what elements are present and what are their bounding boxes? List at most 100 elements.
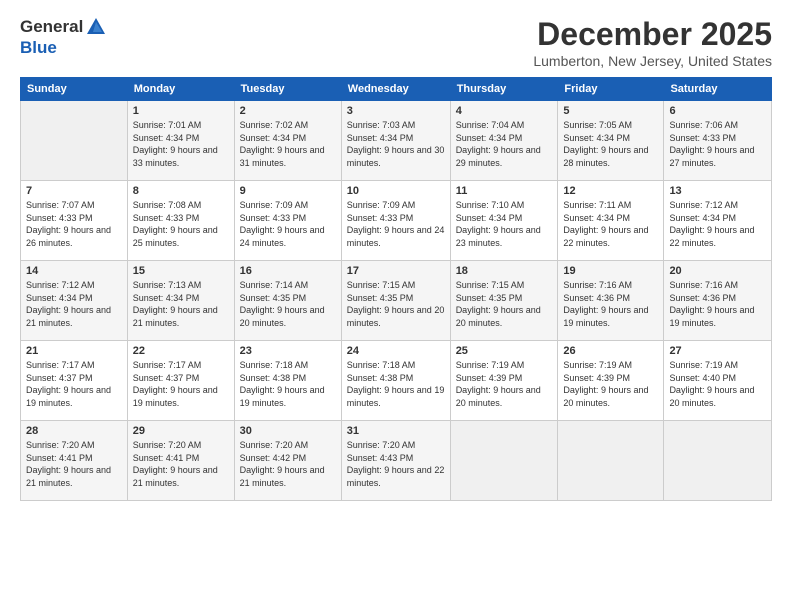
day-info: Sunrise: 7:12 AMSunset: 4:34 PMDaylight:… <box>26 279 122 329</box>
weekday-header-thursday: Thursday <box>450 78 558 101</box>
calendar-cell: 27 Sunrise: 7:19 AMSunset: 4:40 PMDayligh… <box>664 341 772 421</box>
day-number: 30 <box>240 425 336 437</box>
day-info: Sunrise: 7:16 AMSunset: 4:36 PMDaylight:… <box>563 279 658 329</box>
calendar-cell: 5 Sunrise: 7:05 AMSunset: 4:34 PMDaylight… <box>558 101 664 181</box>
day-number: 29 <box>133 425 229 437</box>
day-number: 19 <box>563 265 658 277</box>
calendar-cell: 17 Sunrise: 7:15 AMSunset: 4:35 PMDayligh… <box>341 261 450 341</box>
day-number: 3 <box>347 105 445 117</box>
day-info: Sunrise: 7:01 AMSunset: 4:34 PMDaylight:… <box>133 119 229 169</box>
logo-blue: Blue <box>20 38 57 57</box>
day-number: 12 <box>563 185 658 197</box>
day-number: 27 <box>669 345 766 357</box>
calendar-cell: 2Sunrise: 7:02 AMSunset: 4:34 PMDaylight… <box>234 101 341 181</box>
calendar-cell: 29 Sunrise: 7:20 AMSunset: 4:41 PMDayligh… <box>127 421 234 501</box>
day-number: 5 <box>563 105 658 117</box>
day-info: Sunrise: 7:14 AMSunset: 4:35 PMDaylight:… <box>240 279 336 329</box>
day-info: Sunrise: 7:09 AMSunset: 4:33 PMDaylight:… <box>347 199 445 249</box>
day-number: 7 <box>26 185 122 197</box>
day-info: Sunrise: 7:20 AMSunset: 4:43 PMDaylight:… <box>347 439 445 489</box>
calendar-page: General Blue December 2025 Lumberton, Ne… <box>0 0 792 612</box>
day-info: Sunrise: 7:20 AMSunset: 4:41 PMDaylight:… <box>133 439 229 489</box>
day-number: 20 <box>669 265 766 277</box>
day-info: Sunrise: 7:18 AMSunset: 4:38 PMDaylight:… <box>240 359 336 409</box>
day-number: 25 <box>456 345 553 357</box>
calendar-cell: 31 Sunrise: 7:20 AMSunset: 4:43 PMDayligh… <box>341 421 450 501</box>
day-info: Sunrise: 7:05 AMSunset: 4:34 PMDaylight:… <box>563 119 658 169</box>
day-number: 16 <box>240 265 336 277</box>
calendar-cell: 15 Sunrise: 7:13 AMSunset: 4:34 PMDayligh… <box>127 261 234 341</box>
calendar-cell: 12 Sunrise: 7:11 AMSunset: 4:34 PMDayligh… <box>558 181 664 261</box>
day-info: Sunrise: 7:18 AMSunset: 4:38 PMDaylight:… <box>347 359 445 409</box>
day-number: 15 <box>133 265 229 277</box>
calendar-cell: 28 Sunrise: 7:20 AMSunset: 4:41 PMDayligh… <box>21 421 128 501</box>
calendar-cell: 10Sunrise: 7:09 AMSunset: 4:33 PMDayligh… <box>341 181 450 261</box>
weekday-header-saturday: Saturday <box>664 78 772 101</box>
day-info: Sunrise: 7:12 AMSunset: 4:34 PMDaylight:… <box>669 199 766 249</box>
day-info: Sunrise: 7:02 AMSunset: 4:34 PMDaylight:… <box>240 119 336 169</box>
day-info: Sunrise: 7:08 AMSunset: 4:33 PMDaylight:… <box>133 199 229 249</box>
calendar-cell <box>21 101 128 181</box>
day-info: Sunrise: 7:20 AMSunset: 4:41 PMDaylight:… <box>26 439 122 489</box>
calendar-cell: 14 Sunrise: 7:12 AMSunset: 4:34 PMDayligh… <box>21 261 128 341</box>
calendar-cell: 1 Sunrise: 7:01 AMSunset: 4:34 PMDaylight… <box>127 101 234 181</box>
calendar-cell: 20 Sunrise: 7:16 AMSunset: 4:36 PMDayligh… <box>664 261 772 341</box>
day-info: Sunrise: 7:07 AMSunset: 4:33 PMDaylight:… <box>26 199 122 249</box>
day-number: 1 <box>133 105 229 117</box>
calendar-cell: 8 Sunrise: 7:08 AMSunset: 4:33 PMDaylight… <box>127 181 234 261</box>
day-info: Sunrise: 7:04 AMSunset: 4:34 PMDaylight:… <box>456 119 553 169</box>
day-number: 6 <box>669 105 766 117</box>
weekday-header-row: SundayMondayTuesdayWednesdayThursdayFrid… <box>21 78 772 101</box>
calendar-week-row: 14 Sunrise: 7:12 AMSunset: 4:34 PMDayligh… <box>21 261 772 341</box>
day-number: 14 <box>26 265 122 277</box>
day-info: Sunrise: 7:19 AMSunset: 4:40 PMDaylight:… <box>669 359 766 409</box>
calendar-cell <box>664 421 772 501</box>
day-info: Sunrise: 7:15 AMSunset: 4:35 PMDaylight:… <box>456 279 553 329</box>
month-title: December 2025 <box>533 16 772 53</box>
day-number: 8 <box>133 185 229 197</box>
calendar-cell: 30Sunrise: 7:20 AMSunset: 4:42 PMDayligh… <box>234 421 341 501</box>
day-number: 17 <box>347 265 445 277</box>
day-info: Sunrise: 7:17 AMSunset: 4:37 PMDaylight:… <box>26 359 122 409</box>
calendar-cell <box>450 421 558 501</box>
calendar-cell: 23Sunrise: 7:18 AMSunset: 4:38 PMDayligh… <box>234 341 341 421</box>
calendar-week-row: 28 Sunrise: 7:20 AMSunset: 4:41 PMDayligh… <box>21 421 772 501</box>
day-info: Sunrise: 7:03 AMSunset: 4:34 PMDaylight:… <box>347 119 445 169</box>
calendar-week-row: 21Sunrise: 7:17 AMSunset: 4:37 PMDayligh… <box>21 341 772 421</box>
day-info: Sunrise: 7:19 AMSunset: 4:39 PMDaylight:… <box>563 359 658 409</box>
calendar-cell: 21Sunrise: 7:17 AMSunset: 4:37 PMDayligh… <box>21 341 128 421</box>
calendar-week-row: 7 Sunrise: 7:07 AMSunset: 4:33 PMDaylight… <box>21 181 772 261</box>
day-info: Sunrise: 7:06 AMSunset: 4:33 PMDaylight:… <box>669 119 766 169</box>
calendar-cell: 3 Sunrise: 7:03 AMSunset: 4:34 PMDaylight… <box>341 101 450 181</box>
day-info: Sunrise: 7:15 AMSunset: 4:35 PMDaylight:… <box>347 279 445 329</box>
logo-icon <box>85 16 107 38</box>
calendar-cell: 19 Sunrise: 7:16 AMSunset: 4:36 PMDayligh… <box>558 261 664 341</box>
calendar-cell: 26Sunrise: 7:19 AMSunset: 4:39 PMDayligh… <box>558 341 664 421</box>
page-header: General Blue December 2025 Lumberton, Ne… <box>20 16 772 69</box>
calendar-cell: 13Sunrise: 7:12 AMSunset: 4:34 PMDayligh… <box>664 181 772 261</box>
day-number: 4 <box>456 105 553 117</box>
calendar-cell <box>558 421 664 501</box>
day-number: 11 <box>456 185 553 197</box>
weekday-header-friday: Friday <box>558 78 664 101</box>
calendar-cell: 24Sunrise: 7:18 AMSunset: 4:38 PMDayligh… <box>341 341 450 421</box>
day-info: Sunrise: 7:13 AMSunset: 4:34 PMDaylight:… <box>133 279 229 329</box>
weekday-header-tuesday: Tuesday <box>234 78 341 101</box>
logo-general: General <box>20 17 83 37</box>
calendar-cell: 7 Sunrise: 7:07 AMSunset: 4:33 PMDaylight… <box>21 181 128 261</box>
day-number: 22 <box>133 345 229 357</box>
weekday-header-sunday: Sunday <box>21 78 128 101</box>
weekday-header-monday: Monday <box>127 78 234 101</box>
calendar-table: SundayMondayTuesdayWednesdayThursdayFrid… <box>20 77 772 501</box>
weekday-header-wednesday: Wednesday <box>341 78 450 101</box>
logo: General Blue <box>20 16 109 58</box>
day-number: 9 <box>240 185 336 197</box>
day-info: Sunrise: 7:11 AMSunset: 4:34 PMDaylight:… <box>563 199 658 249</box>
day-number: 31 <box>347 425 445 437</box>
day-info: Sunrise: 7:19 AMSunset: 4:39 PMDaylight:… <box>456 359 553 409</box>
calendar-cell: 25 Sunrise: 7:19 AMSunset: 4:39 PMDayligh… <box>450 341 558 421</box>
day-info: Sunrise: 7:16 AMSunset: 4:36 PMDaylight:… <box>669 279 766 329</box>
day-number: 28 <box>26 425 122 437</box>
calendar-cell: 4 Sunrise: 7:04 AMSunset: 4:34 PMDaylight… <box>450 101 558 181</box>
day-number: 18 <box>456 265 553 277</box>
